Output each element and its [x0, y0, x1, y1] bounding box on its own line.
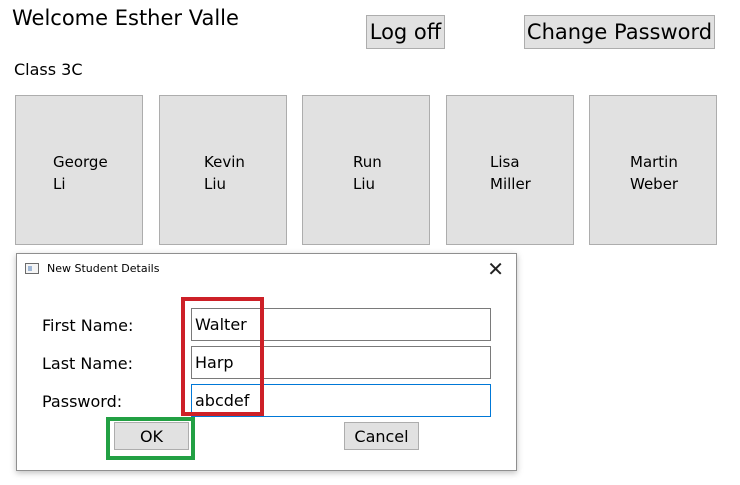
- student-last-name: Liu: [204, 175, 227, 193]
- student-list: George Li Kevin Liu Run Liu Lisa Miller …: [15, 95, 717, 245]
- student-last-name: Miller: [490, 175, 531, 193]
- window-icon: [25, 263, 39, 274]
- student-tile-george-li[interactable]: George Li: [15, 95, 143, 245]
- first-name-label: First Name:: [42, 316, 134, 335]
- student-name: Kevin Liu: [204, 151, 245, 195]
- student-last-name: Weber: [630, 175, 679, 193]
- student-last-name: Liu: [353, 175, 376, 193]
- welcome-text: Welcome Esther Valle: [12, 6, 239, 30]
- password-field[interactable]: [191, 384, 491, 417]
- last-name-label: Last Name:: [42, 354, 134, 373]
- change-password-button[interactable]: Change Password: [524, 15, 715, 49]
- student-first-name: Martin: [630, 153, 678, 171]
- student-first-name: Lisa: [490, 153, 520, 171]
- dialog-title: New Student Details: [47, 262, 160, 275]
- student-tile-lisa-miller[interactable]: Lisa Miller: [446, 95, 574, 245]
- dialog-titlebar[interactable]: New Student Details ✕: [17, 254, 516, 284]
- student-first-name: Kevin: [204, 153, 245, 171]
- first-name-field[interactable]: [191, 308, 491, 341]
- new-student-dialog: New Student Details ✕ First Name: Last N…: [16, 253, 517, 471]
- cancel-button[interactable]: Cancel: [344, 422, 419, 450]
- student-last-name: Li: [53, 175, 66, 193]
- log-off-button[interactable]: Log off: [366, 15, 445, 49]
- close-icon[interactable]: ✕: [487, 257, 504, 281]
- student-first-name: Run: [353, 153, 382, 171]
- student-tile-kevin-liu[interactable]: Kevin Liu: [159, 95, 287, 245]
- student-name: Lisa Miller: [490, 151, 531, 195]
- student-tile-martin-weber[interactable]: Martin Weber: [589, 95, 717, 245]
- password-label: Password:: [42, 392, 123, 411]
- class-label: Class 3C: [14, 60, 83, 79]
- last-name-field[interactable]: [191, 346, 491, 379]
- student-name: Run Liu: [353, 151, 382, 195]
- ok-button[interactable]: OK: [114, 422, 189, 450]
- student-name: George Li: [53, 151, 108, 195]
- student-tile-run-liu[interactable]: Run Liu: [302, 95, 430, 245]
- student-name: Martin Weber: [630, 151, 678, 195]
- student-first-name: George: [53, 153, 108, 171]
